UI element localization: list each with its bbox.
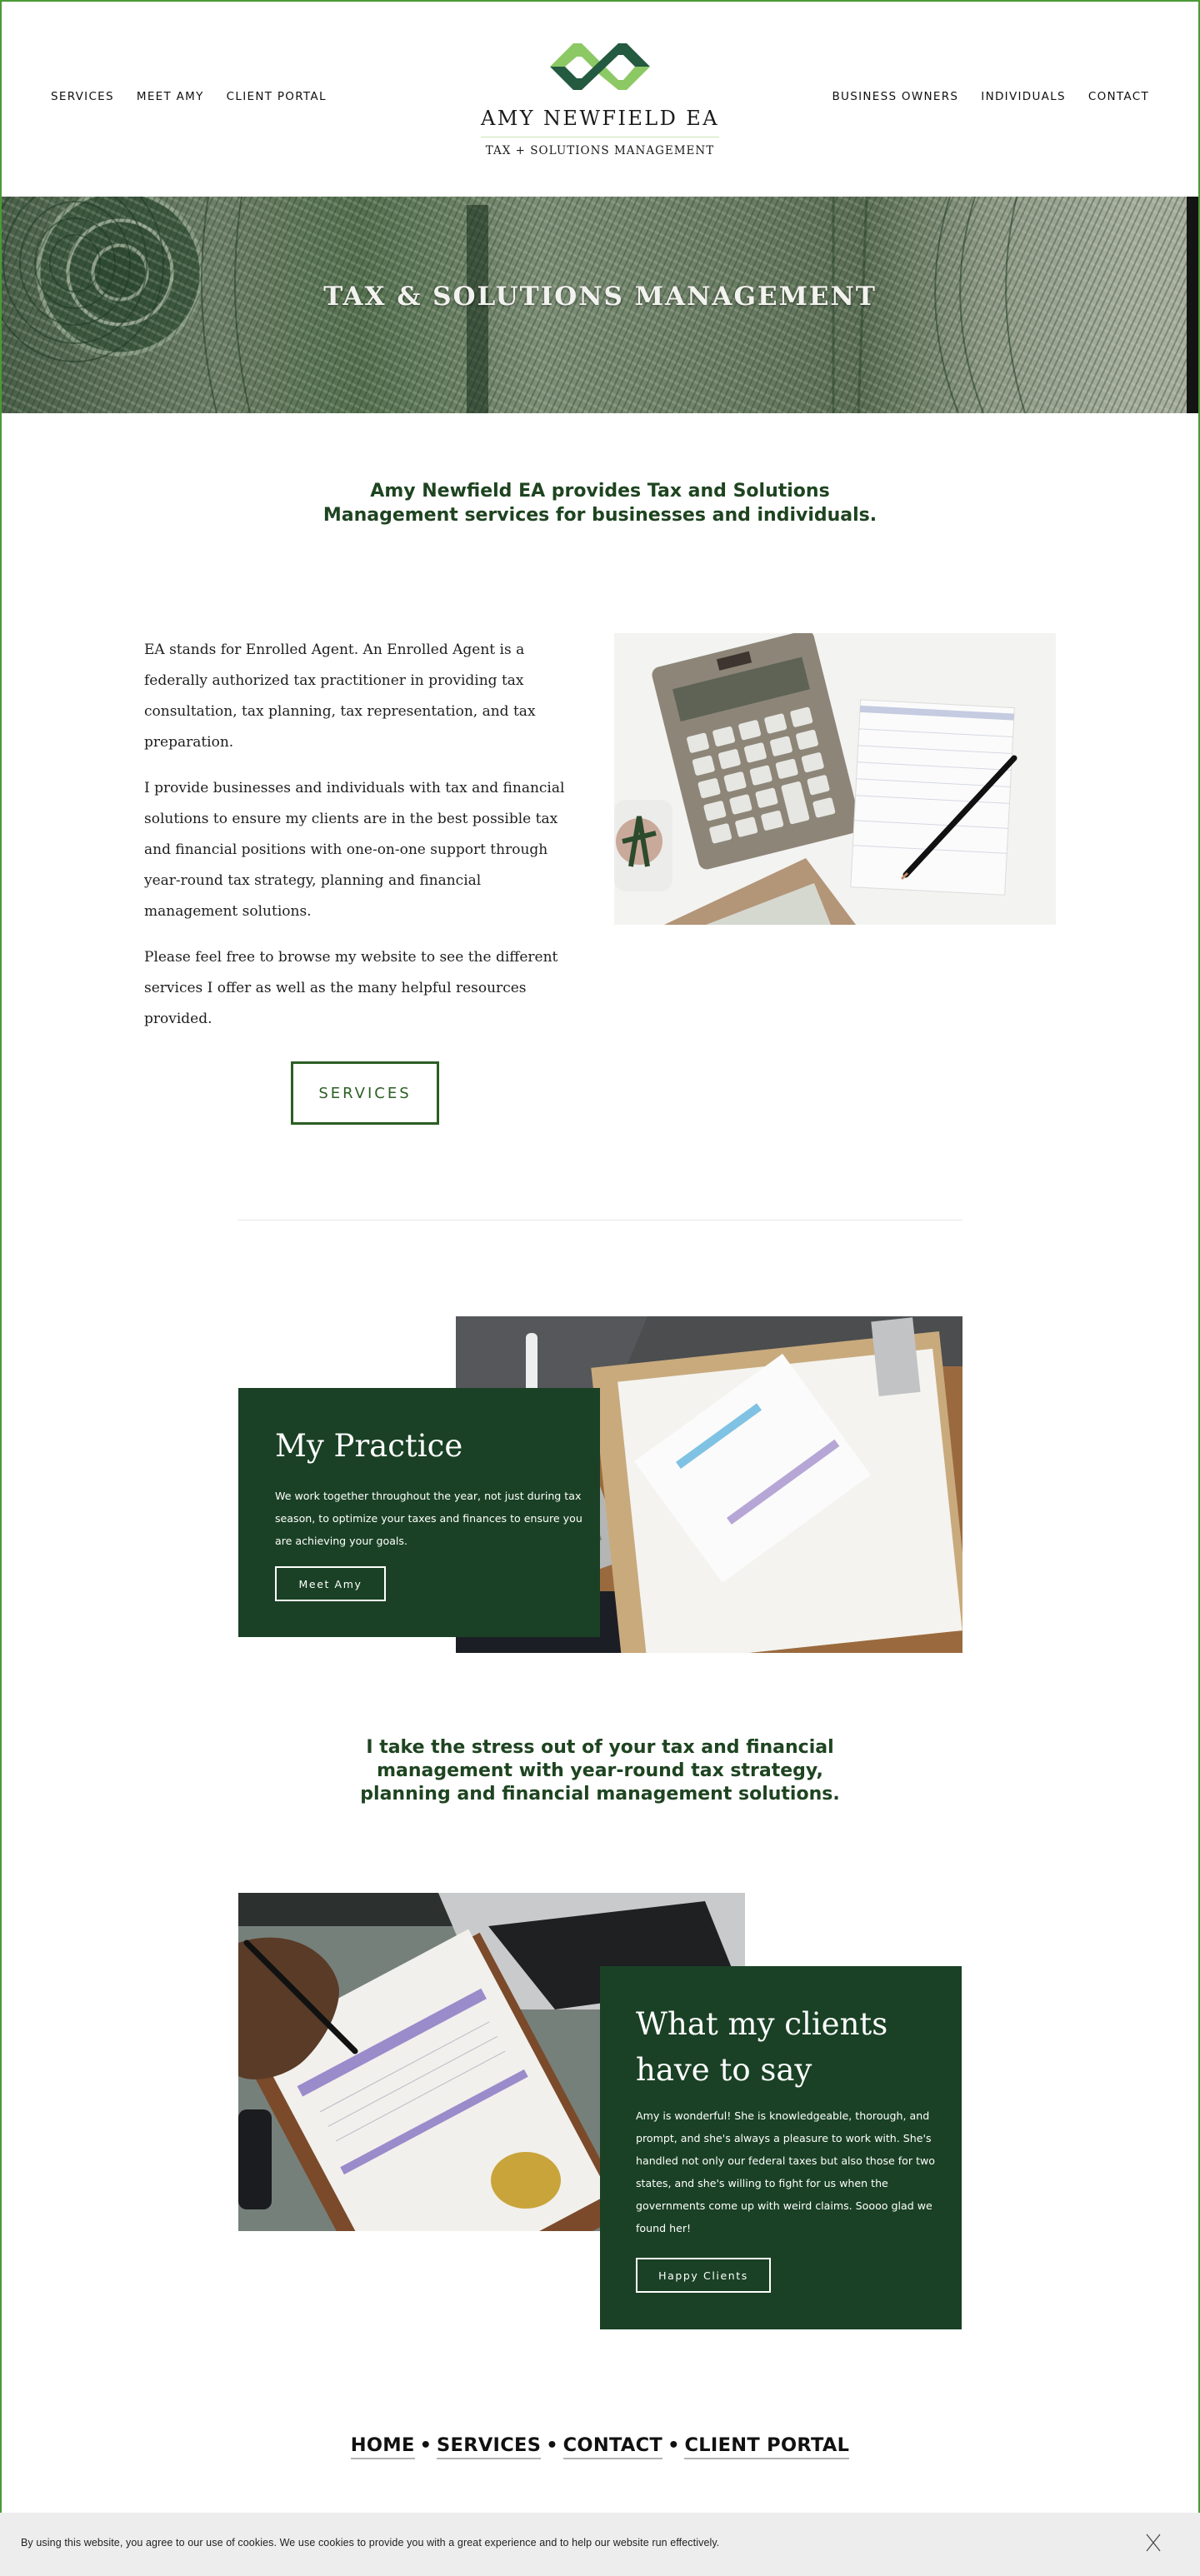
nav-client-portal[interactable]: CLIENT PORTAL: [227, 90, 327, 103]
about-text: EA stands for Enrolled Agent. An Enrolle…: [144, 635, 573, 1050]
testimonial-card: What my clients have to say Amy is wonde…: [600, 1966, 962, 2329]
footer-link-contact[interactable]: CONTACT: [562, 2434, 663, 2459]
intro-headline: Amy Newfield EA provides Tax and Solutio…: [322, 481, 878, 526]
primary-nav-right: BUSINESS OWNERS INDIVIDUALS CONTACT: [832, 90, 1149, 103]
calculator-ledger-image: [614, 633, 1056, 925]
footer-link-home[interactable]: HOME: [350, 2434, 415, 2459]
section-divider: [238, 1220, 962, 1221]
cookie-banner: By using this website, you agree to our …: [0, 2513, 1200, 2576]
about-paragraph: Please feel free to browse my website to…: [144, 949, 558, 1027]
testimonial-title: What my clients have to say: [636, 2006, 888, 2088]
footer-nav: HOME • SERVICES • CONTACT • CLIENT PORTAL: [0, 2434, 1200, 2459]
footer-link-services[interactable]: SERVICES: [437, 2434, 542, 2459]
nav-services[interactable]: SERVICES: [51, 90, 114, 103]
services-button[interactable]: SERVICES: [291, 1061, 439, 1125]
footer-separator: •: [668, 2434, 680, 2456]
footer-separator: •: [419, 2434, 432, 2456]
nav-contact[interactable]: CONTACT: [1088, 90, 1149, 103]
site-logo[interactable]: AMY NEWFIELD EA TAX + SOLUTIONS MANAGEME…: [479, 40, 721, 157]
close-icon[interactable]: [1143, 2533, 1163, 2553]
testimonial-quote: Amy is wonderful! She is knowledgeable, …: [636, 2109, 936, 2234]
infinity-logo-icon: [550, 43, 650, 90]
stress-headline: I take the stress out of your tax and fi…: [360, 1737, 840, 1805]
about-paragraph: EA stands for Enrolled Agent. An Enrolle…: [144, 642, 536, 751]
hero-title: TAX & SOLUTIONS MANAGEMENT: [323, 282, 877, 312]
site-header: SERVICES MEET AMY CLIENT PORTAL AMY NEWF…: [0, 0, 1200, 197]
hero-banner: TAX & SOLUTIONS MANAGEMENT: [0, 197, 1200, 413]
nav-individuals[interactable]: INDIVIDUALS: [981, 90, 1066, 103]
nav-meet-amy[interactable]: MEET AMY: [137, 90, 204, 103]
happy-clients-button[interactable]: Happy Clients: [636, 2258, 771, 2293]
footer-link-client-portal[interactable]: CLIENT PORTAL: [684, 2434, 850, 2459]
about-paragraph: I provide businesses and individuals wit…: [144, 780, 565, 920]
primary-nav-left: SERVICES MEET AMY CLIENT PORTAL: [51, 90, 327, 103]
nav-business-owners[interactable]: BUSINESS OWNERS: [832, 90, 958, 103]
cookie-message: By using this website, you agree to our …: [21, 2537, 720, 2549]
footer-separator: •: [546, 2434, 558, 2456]
my-practice-body: We work together throughout the year, no…: [275, 1490, 582, 1547]
logo-name: AMY NEWFIELD EA: [481, 107, 719, 137]
my-practice-card: My Practice We work together throughout …: [238, 1388, 600, 1637]
my-practice-title: My Practice: [275, 1428, 463, 1464]
logo-tagline: TAX + SOLUTIONS MANAGEMENT: [485, 144, 715, 157]
meet-amy-button[interactable]: Meet Amy: [275, 1566, 386, 1601]
